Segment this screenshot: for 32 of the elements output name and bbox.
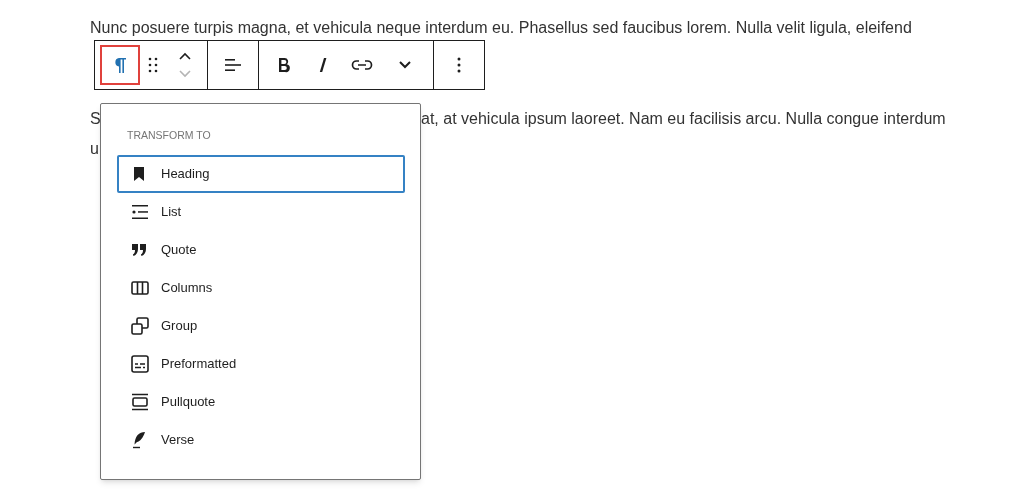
menu-heading: TRANSFORM TO (126, 128, 212, 142)
feather-icon (131, 431, 147, 449)
bookmark-icon (131, 166, 147, 182)
paragraph-fragment: S (90, 109, 102, 129)
overlapping-squares-icon (131, 317, 149, 335)
paragraph: Nunc posuere turpis magna, et vehicula neque interdum eu. Phasellus sed faucibus lorem. Nulla velit ligula, eleifend (89, 18, 913, 38)
menu-item[interactable]: Heading (117, 155, 405, 193)
pullquote-icon (131, 393, 149, 411)
menu-item[interactable]: Pullquote (117, 383, 405, 421)
columns-icon (131, 281, 149, 295)
quote-icon (131, 243, 147, 257)
align-left-icon (224, 57, 242, 73)
menu-item[interactable]: Columns (117, 269, 405, 307)
chevron-down-icon (399, 61, 411, 69)
chevron-down-icon (179, 70, 191, 78)
menu-item[interactable]: Group (117, 307, 405, 345)
link-icon (351, 59, 373, 71)
chevron-up-icon (179, 52, 191, 60)
menu-item[interactable]: Verse (117, 421, 405, 459)
menu-item[interactable]: Quote (117, 231, 405, 269)
list-icon (131, 204, 149, 220)
preformatted-icon (131, 355, 149, 373)
drag-handle-icon (148, 57, 158, 73)
paragraph-icon (113, 56, 127, 74)
italic-icon (318, 57, 328, 73)
bold-icon (278, 57, 290, 73)
menu-item[interactable]: Preformatted (117, 345, 405, 383)
more-vertical-icon (457, 57, 461, 73)
paragraph-fragment: u (90, 140, 99, 157)
menu-item[interactable]: List (117, 193, 405, 231)
paragraph-fragment: at, at vehicula ipsum laoreet. Nam eu facilisis arcu. Nulla congue interdum (421, 109, 946, 129)
paragraph-button[interactable] (100, 45, 140, 85)
